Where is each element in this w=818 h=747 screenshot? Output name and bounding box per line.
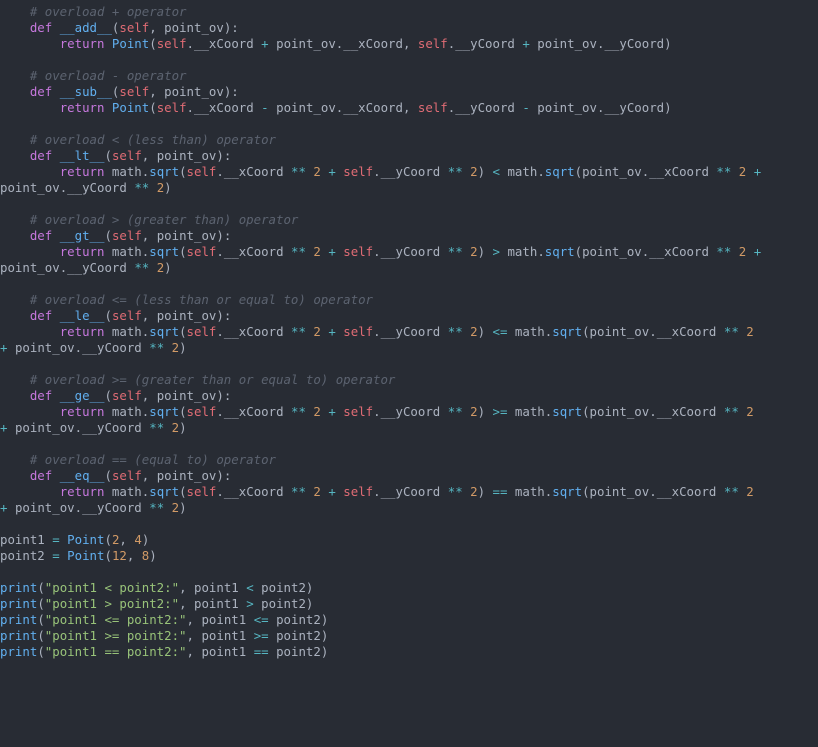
code-line: # overload > (greater than) operator: [0, 212, 298, 227]
code-line: return math.sqrt(self.__xCoord ** 2 + se…: [0, 164, 769, 179]
code-line: # overload < (less than) operator: [0, 132, 276, 147]
code-line: print("point1 >= point2:", point1 >= poi…: [0, 628, 328, 643]
code-line: return math.sqrt(self.__xCoord ** 2 + se…: [0, 404, 761, 419]
code-line: + point_ov.__yCoord ** 2): [0, 420, 187, 435]
code-line: return math.sqrt(self.__xCoord ** 2 + se…: [0, 244, 769, 259]
blank-line: [0, 564, 7, 579]
code-line: def __gt__(self, point_ov):: [0, 228, 231, 243]
code-line: point_ov.__yCoord ** 2): [0, 260, 172, 275]
code-line: def __eq__(self, point_ov):: [0, 468, 231, 483]
code-line: return math.sqrt(self.__xCoord ** 2 + se…: [0, 484, 761, 499]
code-line: return Point(self.__xCoord - point_ov.__…: [0, 100, 672, 115]
code-line: # overload - operator: [0, 68, 187, 83]
param: point_ov: [164, 20, 224, 35]
blank-line: [0, 516, 7, 531]
code-line: def __le__(self, point_ov):: [0, 308, 231, 323]
code-line: # overload >= (greater than or equal to)…: [0, 372, 395, 387]
blank-line: [0, 436, 7, 451]
call-point: Point: [112, 36, 149, 51]
comment: # overload - operator: [30, 68, 187, 83]
code-line: print("point1 <= point2:", point1 <= poi…: [0, 612, 328, 627]
code-line: print("point1 < point2:", point1 < point…: [0, 580, 313, 595]
keyword-def: def: [30, 20, 52, 35]
code-line: def __add__(self, point_ov):: [0, 20, 239, 35]
code-line: print("point1 > point2:", point1 > point…: [0, 596, 313, 611]
code-line: def __sub__(self, point_ov):: [0, 84, 239, 99]
self: self: [119, 20, 149, 35]
blank-line: [0, 276, 7, 291]
blank-line: [0, 52, 7, 67]
blank-line: [0, 356, 7, 371]
code-line: # overload <= (less than or equal to) op…: [0, 292, 373, 307]
punct: ,: [149, 20, 164, 35]
punct: ):: [224, 20, 239, 35]
code-line: def __lt__(self, point_ov):: [0, 148, 231, 163]
code-line: + point_ov.__yCoord ** 2): [0, 340, 187, 355]
code-line: return Point(self.__xCoord + point_ov.__…: [0, 36, 672, 51]
blank-line: [0, 116, 7, 131]
code-line: def __ge__(self, point_ov):: [0, 388, 231, 403]
method-name: __add__: [60, 20, 112, 35]
keyword-return: return: [60, 36, 105, 51]
code-line: # overload == (equal to) operator: [0, 452, 276, 467]
comment: # overload + operator: [30, 4, 187, 19]
code-line: + point_ov.__yCoord ** 2): [0, 500, 187, 515]
code-line: point_ov.__yCoord ** 2): [0, 180, 172, 195]
blank-line: [0, 196, 7, 211]
code-line: return math.sqrt(self.__xCoord ** 2 + se…: [0, 324, 761, 339]
code-line: # overload + operator: [0, 4, 187, 19]
code-line: print("point1 == point2:", point1 == poi…: [0, 644, 328, 659]
code-line: point1 = Point(2, 4): [0, 532, 149, 547]
code-editor-viewport[interactable]: # overload + operator def __add__(self, …: [0, 0, 818, 660]
code-line: point2 = Point(12, 8): [0, 548, 157, 563]
